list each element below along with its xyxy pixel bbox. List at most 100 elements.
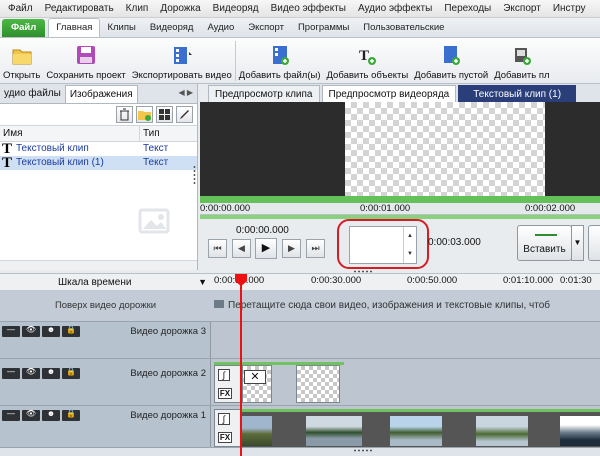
timeline-ruler[interactable]: 0:00:10.000 0:00:30.000 0:00:50.000 0:01…	[211, 274, 600, 291]
step-back-button[interactable]: ◀	[232, 239, 251, 258]
curve-icon[interactable]: ∫	[218, 413, 230, 425]
playhead[interactable]	[240, 275, 242, 456]
insert-dropdown-icon[interactable]: ▼	[571, 225, 584, 261]
group-icon[interactable]: ☻	[42, 409, 60, 421]
transparent-frame	[345, 102, 545, 196]
add-folder-icon[interactable]	[136, 106, 153, 123]
transport-controls: 0:00:00.000 ⏮ ◀ ▶ ▶ ⏭ ▲ ▼ 0:00:03.000 Вс…	[200, 219, 600, 270]
tab-clip-preview[interactable]: Предпросмотр клипа	[208, 85, 320, 102]
step-forward-button[interactable]: ▶	[282, 239, 301, 258]
track-controls: — 👁 ☻ 🔒	[2, 325, 80, 337]
save-project-button[interactable]: Сохранить проект	[43, 38, 128, 84]
fx-icon[interactable]: FX	[218, 388, 232, 399]
add-empty-button[interactable]: Добавить пустой	[411, 38, 491, 84]
tab-export[interactable]: Экспорт	[241, 19, 291, 37]
preview-tabs: Предпросмотр клипа Предпросмотр видеоряд…	[208, 84, 600, 102]
column-type[interactable]: Тип	[140, 126, 160, 141]
clip-effects-panel[interactable]: ∫ FX	[214, 365, 242, 403]
overlay-track[interactable]: Поверх видео дорожки Перетащите сюда сво…	[0, 290, 600, 322]
tab-programs[interactable]: Программы	[291, 19, 356, 37]
export-video-button[interactable]: Экспортировать видео	[129, 38, 235, 84]
menu-export[interactable]: Экспорт	[497, 3, 547, 14]
list-item[interactable]: T Текстовый клип Текст	[0, 141, 197, 157]
image-placeholder-icon	[134, 206, 174, 238]
skip-end-button[interactable]: ⏭	[306, 239, 325, 258]
tab-images[interactable]: Изображения	[64, 85, 138, 103]
lock-icon[interactable]: 🔒	[62, 409, 80, 421]
menu-video-effects[interactable]: Видео эффекты	[265, 3, 352, 14]
tab-sequence-preview[interactable]: Предпросмотр видеоряда	[321, 85, 457, 102]
transition-icon[interactable]: ✕	[244, 370, 266, 384]
overwrite-button[interactable]	[588, 225, 600, 261]
tab-file[interactable]: Файл	[2, 19, 46, 37]
eye-icon[interactable]: 👁	[22, 367, 40, 379]
preview-ruler: 0:00:00.000 0:00:01.000 0:00:02.000	[200, 203, 600, 215]
delete-icon[interactable]	[116, 106, 133, 123]
collapse-icon[interactable]: —	[2, 367, 20, 379]
track-controls: — 👁 ☻ 🔒	[2, 367, 80, 379]
app-window: Файл Редактировать Клип Дорожка Видеоряд…	[0, 0, 600, 456]
timeline-header: Шкала времени ▼ 0:00:10.000 0:00:30.000 …	[0, 273, 600, 290]
track-name: Видео дорожка 1	[130, 410, 206, 421]
video-thumbnail	[560, 416, 600, 446]
add-files-button[interactable]: Добавить файл(ы)	[236, 38, 324, 84]
eye-icon[interactable]: 👁	[22, 325, 40, 337]
media-panel-scrollbar[interactable]	[0, 260, 197, 270]
tab-clips[interactable]: Клипы	[100, 19, 142, 37]
menu-clip[interactable]: Клип	[120, 3, 155, 14]
add-empty-clip-icon	[441, 44, 461, 66]
add-file-icon	[270, 44, 290, 66]
menu-track[interactable]: Дорожка	[154, 3, 206, 14]
add-slideshow-icon	[512, 44, 532, 66]
lock-icon[interactable]: 🔒	[62, 367, 80, 379]
tab-home[interactable]: Главная	[48, 18, 101, 37]
video-thumbnail	[242, 416, 272, 446]
media-panel: удио файлы Изображения ◀ ▶ Имя Тип T Тек…	[0, 84, 198, 270]
bottom-splitter[interactable]	[353, 449, 373, 452]
video-clip-filmstrip[interactable]	[214, 409, 600, 447]
menu-audio-effects[interactable]: Аудио эффекты	[352, 3, 438, 14]
preview-timeline-bar[interactable]	[200, 196, 600, 203]
timeline-scrollbar[interactable]	[0, 447, 600, 456]
lock-icon[interactable]: 🔒	[62, 325, 80, 337]
tab-sequence[interactable]: Видеоряд	[143, 19, 201, 37]
menu-transitions[interactable]: Переходы	[438, 3, 497, 14]
curve-icon[interactable]: ∫	[218, 369, 230, 381]
menu-sequence[interactable]: Видеоряд	[207, 3, 265, 14]
video-track-3[interactable]: Видео дорожка 3 — 👁 ☻ 🔒	[0, 322, 600, 359]
eye-icon[interactable]: 👁	[22, 409, 40, 421]
skip-start-button[interactable]: ⏮	[208, 239, 227, 258]
column-name[interactable]: Имя	[0, 126, 140, 141]
add-objects-button[interactable]: T Добавить объекты	[324, 38, 412, 84]
tab-custom[interactable]: Пользовательские	[356, 19, 451, 37]
ribbon-tabs: Файл Главная Клипы Видеоряд Аудио Экспор…	[0, 18, 600, 38]
collapse-icon[interactable]: —	[2, 409, 20, 421]
menu-tools[interactable]: Инстру	[547, 3, 592, 14]
group-icon[interactable]: ☻	[42, 367, 60, 379]
insert-button[interactable]: Вставить	[517, 225, 572, 261]
open-button[interactable]: Открыть	[0, 38, 43, 84]
clip-effects-panel[interactable]: ∫ FX	[214, 409, 242, 447]
grid-view-icon[interactable]	[156, 106, 173, 123]
image-drop-icon	[214, 299, 224, 309]
tab-audio-files[interactable]: удио файлы	[0, 85, 65, 103]
list-item[interactable]: T Текстовый клип (1) Текст	[0, 155, 197, 171]
menu-bar: Файл Редактировать Клип Дорожка Видеоряд…	[0, 0, 600, 18]
tab-text-clip[interactable]: Текстовый клип (1)	[458, 85, 577, 102]
panel-splitter[interactable]	[193, 165, 196, 185]
track-name: Видео дорожка 3	[130, 326, 206, 337]
menu-edit[interactable]: Редактировать	[39, 3, 120, 14]
fx-icon[interactable]: FX	[218, 432, 232, 443]
menu-file[interactable]: Файл	[2, 3, 39, 14]
text-clip[interactable]	[296, 365, 340, 403]
play-button[interactable]: ▶	[255, 238, 277, 259]
group-icon[interactable]: ☻	[42, 325, 60, 337]
tab-audio[interactable]: Аудио	[200, 19, 241, 37]
timescale-dropdown[interactable]: Шкала времени ▼	[0, 274, 211, 291]
edit-icon[interactable]	[176, 106, 193, 123]
add-more-button[interactable]: Добавить пл	[491, 38, 552, 84]
track-name: Видео дорожка 2	[130, 368, 206, 379]
collapse-icon[interactable]: —	[2, 325, 20, 337]
svg-text:T: T	[359, 48, 369, 64]
tab-scroll-arrows-icon[interactable]: ◀ ▶	[178, 88, 193, 97]
